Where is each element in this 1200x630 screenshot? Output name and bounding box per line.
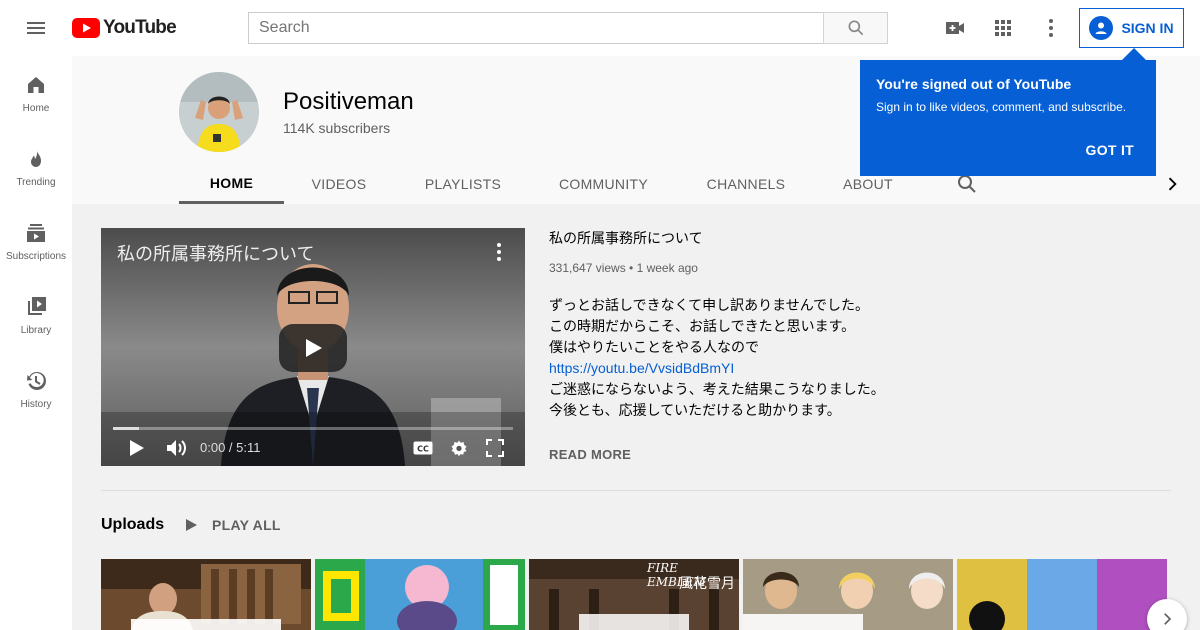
library-icon: [28, 296, 46, 315]
trending-icon: [31, 149, 41, 167]
popup-text: Sign in to like videos, comment, and sub…: [876, 100, 1127, 114]
play-icon[interactable]: [127, 436, 147, 460]
video-thumbnail[interactable]: FIRE EMBLEM 風花雪月: [529, 559, 739, 630]
big-play-button[interactable]: [279, 324, 347, 372]
time-display: 0:00 / 5:11: [200, 440, 261, 455]
description-line: 今後とも、応援していただけると助かります。: [549, 402, 841, 418]
player-more-icon[interactable]: [489, 240, 509, 264]
progress-bar[interactable]: [113, 427, 513, 430]
featured-video-player[interactable]: 私の所属事務所について 0:00 / 5:11 CC: [101, 228, 525, 466]
captions-icon[interactable]: CC: [413, 436, 433, 460]
sidebar-item-trending[interactable]: Trending: [0, 130, 72, 204]
read-more-button[interactable]: READ MORE: [549, 447, 631, 462]
description-line: ご迷惑にならないよう、考えた結果こうなりました。: [549, 381, 885, 397]
description-line: 僕はやりたいことをやる人なので: [549, 339, 759, 355]
sidebar-item-label: Trending: [16, 176, 56, 188]
home-icon: [28, 76, 44, 93]
sidebar-item-home[interactable]: Home: [0, 56, 72, 130]
video-thumbnail[interactable]: [743, 559, 953, 630]
top-bar: YouTube SIGN IN: [0, 0, 1200, 56]
shelf-next-chevron-icon[interactable]: [1147, 599, 1187, 630]
gear-icon[interactable]: [449, 436, 469, 460]
tab-playlists[interactable]: PLAYLISTS: [394, 164, 532, 204]
tab-home[interactable]: HOME: [179, 164, 284, 204]
sidebar: Home Trending Subscriptions Library Hist…: [0, 56, 72, 630]
search-icon: [848, 20, 863, 36]
account-icon: [1089, 16, 1114, 40]
tab-videos[interactable]: VIDEOS: [284, 164, 394, 204]
hamburger-menu-icon[interactable]: [16, 8, 56, 48]
svg-text:CC: CC: [417, 445, 429, 454]
channel-name: Positiveman: [283, 88, 414, 115]
fullscreen-icon[interactable]: [485, 436, 505, 460]
video-thumbnail[interactable]: [957, 559, 1167, 630]
sidebar-item-subscriptions[interactable]: Subscriptions: [0, 204, 72, 278]
uploads-title[interactable]: Uploads: [101, 516, 164, 534]
popup-arrow: [1122, 48, 1146, 60]
section-divider: [101, 490, 1171, 491]
sidebar-item-label: Home: [22, 102, 50, 114]
featured-video-description: ずっとお話しできなくて申し訳ありませんでした。 この時期だからこそ、お話しできた…: [549, 295, 885, 421]
subscriber-count: 114K subscribers: [283, 120, 391, 136]
player-title: 私の所属事務所について: [117, 244, 315, 264]
description-line: ずっとお話しできなくて申し訳ありませんでした。: [549, 297, 870, 313]
play-icon: [306, 339, 322, 357]
settings-more-icon[interactable]: [1031, 8, 1071, 48]
thumbnail-text: 風花雪月: [679, 576, 735, 592]
channel-avatar[interactable]: [179, 72, 259, 152]
sidebar-item-label: History: [20, 398, 52, 410]
popup-title: You're signed out of YouTube: [876, 76, 1072, 92]
subscriptions-icon: [27, 223, 45, 242]
sidebar-item-library[interactable]: Library: [0, 278, 72, 352]
signed-out-popup: You're signed out of YouTube Sign in to …: [860, 60, 1156, 176]
create-video-icon[interactable]: [935, 8, 975, 48]
youtube-logo[interactable]: YouTube: [72, 17, 177, 39]
sign-in-label: SIGN IN: [1121, 20, 1174, 36]
video-thumbnail[interactable]: [101, 559, 311, 630]
volume-icon[interactable]: [165, 436, 189, 460]
sidebar-item-history[interactable]: History: [0, 352, 72, 426]
description-link[interactable]: https://youtu.be/VvsidBdBmYI: [549, 358, 885, 379]
youtube-play-logo-icon: [72, 18, 100, 38]
featured-video-title[interactable]: 私の所属事務所について: [549, 228, 703, 248]
tab-community[interactable]: COMMUNITY: [532, 164, 675, 204]
got-it-button[interactable]: GOT IT: [1086, 142, 1134, 158]
play-all-button[interactable]: PLAY ALL: [184, 512, 281, 538]
play-all-label: PLAY ALL: [212, 517, 281, 533]
logo-text: YouTube: [103, 17, 177, 38]
tabs-next-chevron-icon[interactable]: [1160, 164, 1184, 204]
search-button[interactable]: [823, 12, 888, 44]
video-thumbnail[interactable]: [315, 559, 525, 630]
history-icon: [27, 371, 46, 390]
sign-in-button[interactable]: SIGN IN: [1079, 8, 1184, 48]
search-input[interactable]: [248, 12, 824, 44]
apps-grid-icon[interactable]: [983, 8, 1023, 48]
sidebar-item-label: Subscriptions: [5, 250, 67, 262]
featured-video-meta: 331,647 views • 1 week ago: [549, 261, 698, 275]
tab-channels[interactable]: CHANNELS: [675, 164, 817, 204]
play-icon: [186, 519, 197, 531]
sidebar-item-label: Library: [20, 324, 52, 336]
description-line: この時期だからこそ、お話しできたと思います。: [549, 318, 856, 334]
